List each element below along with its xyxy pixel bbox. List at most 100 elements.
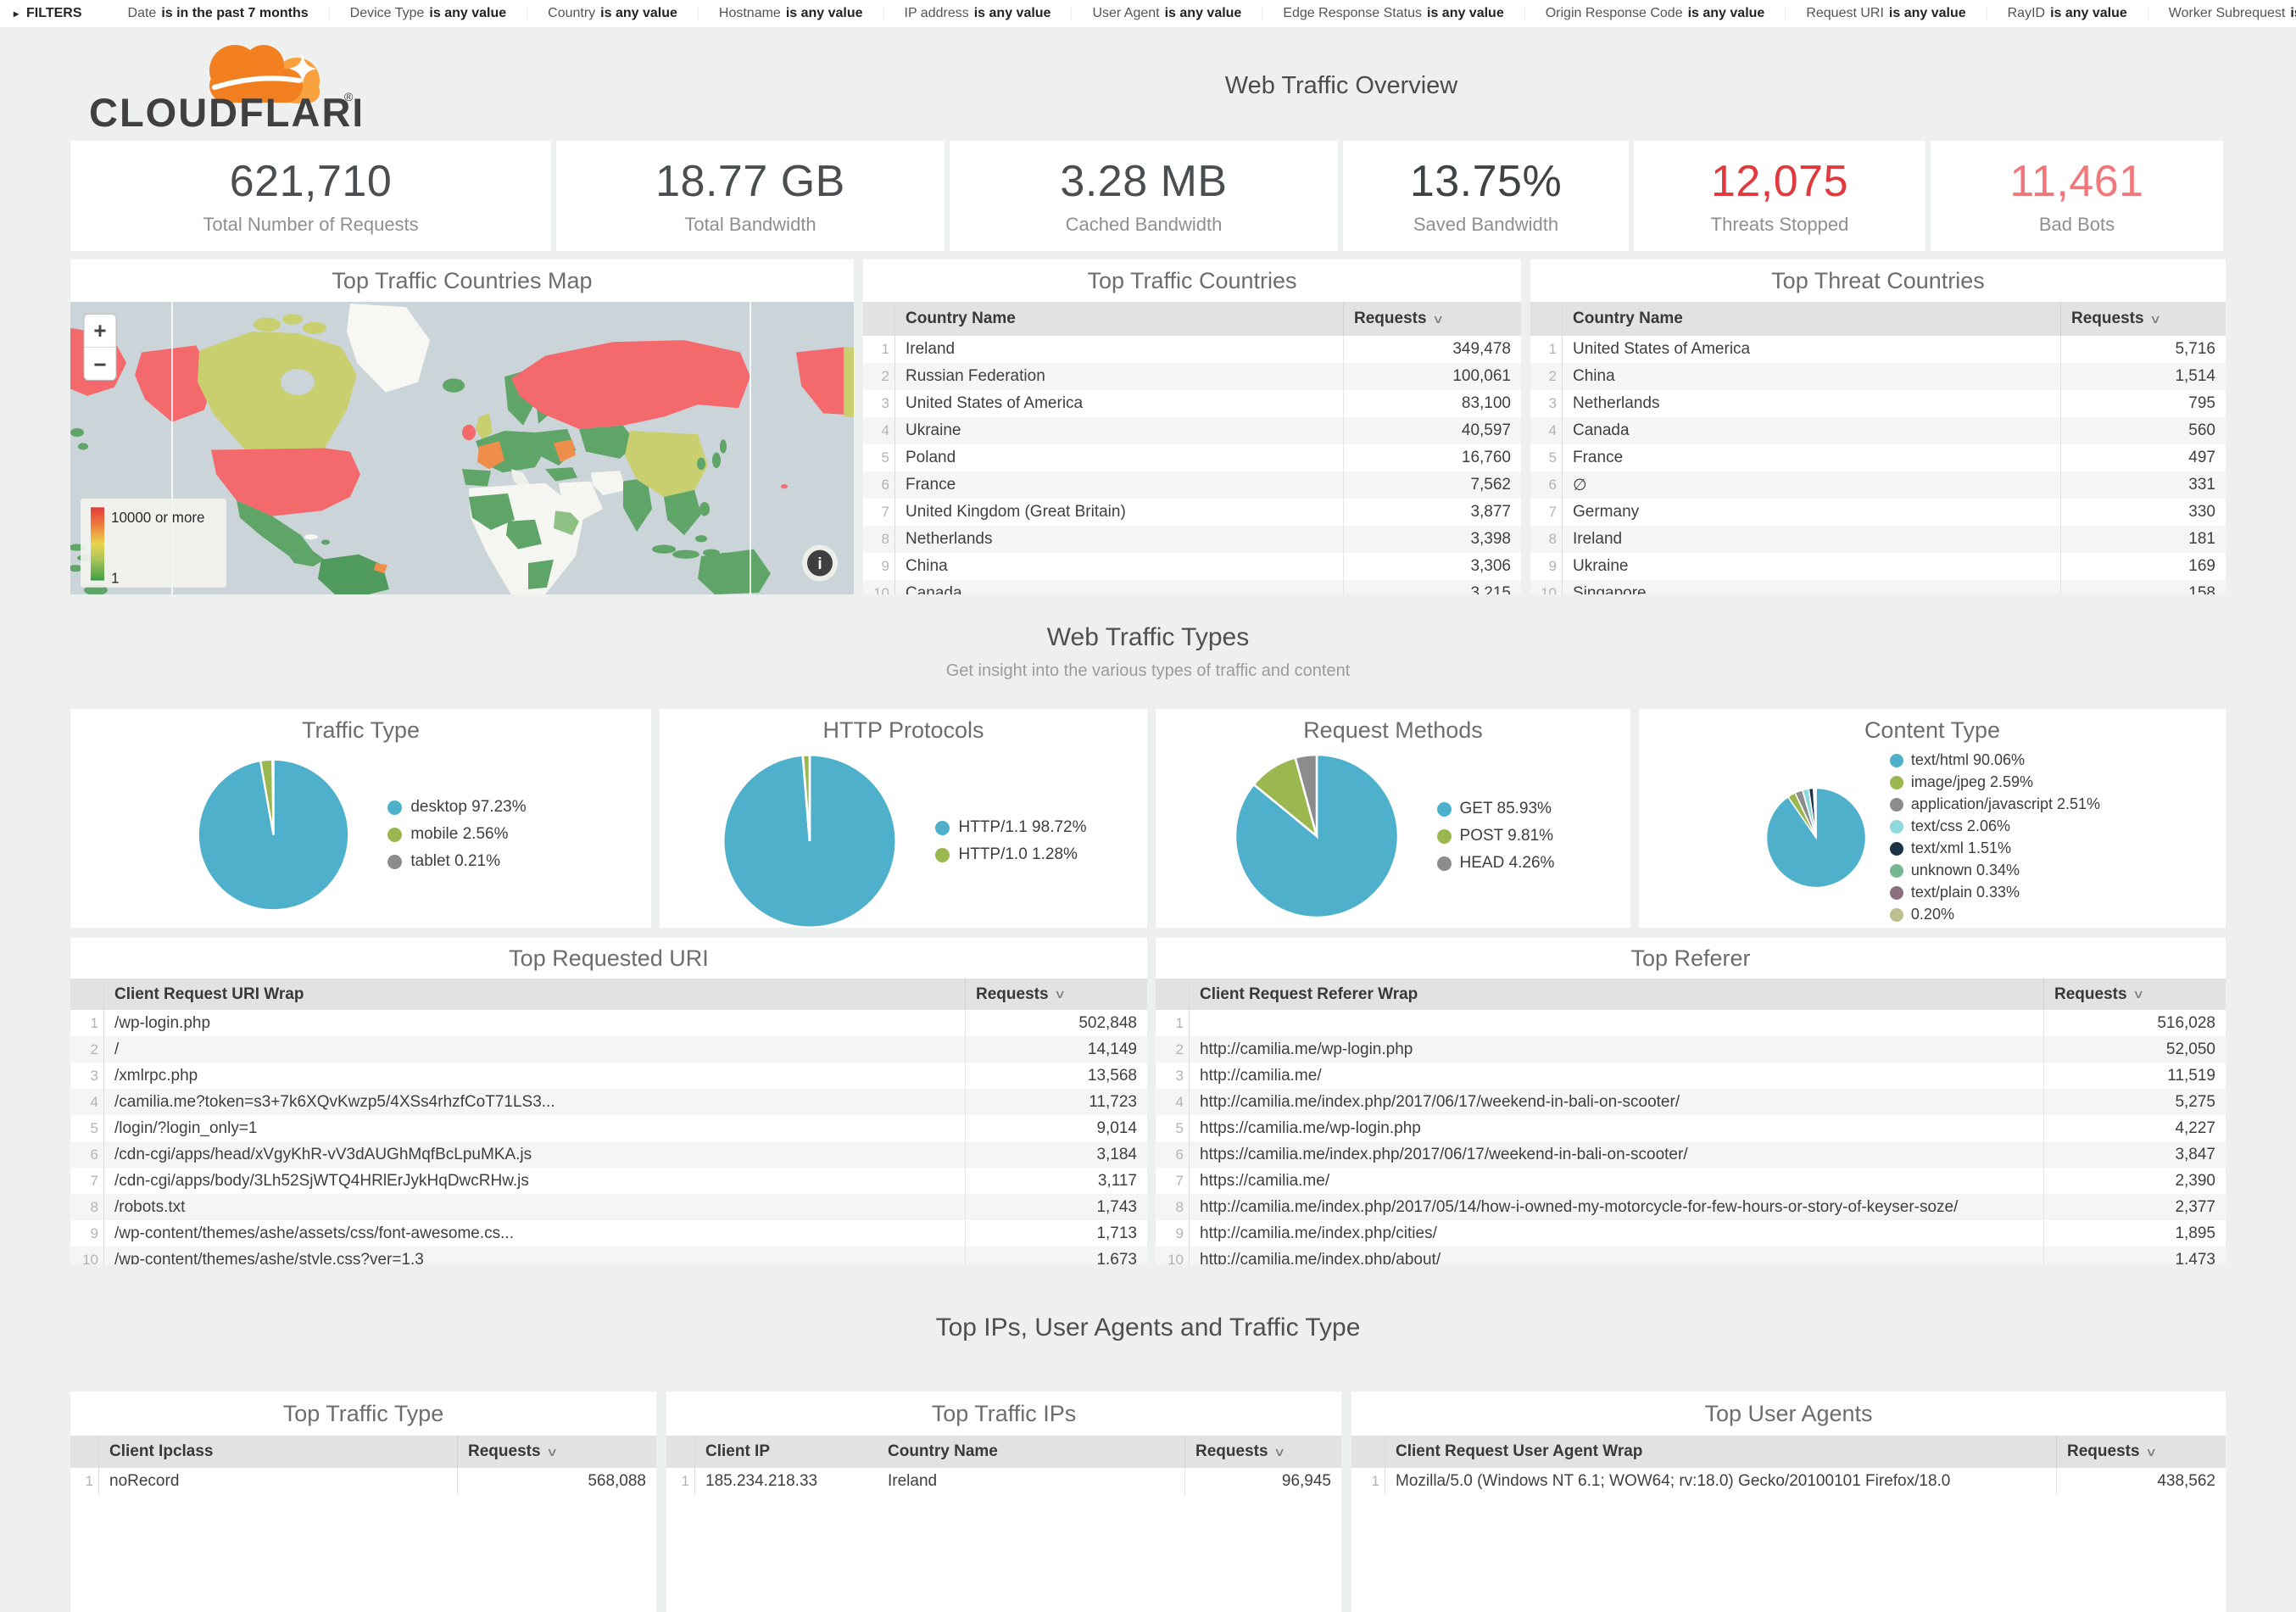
legend-label: image/jpeg 2.59% (1911, 773, 2033, 791)
kpi-value: 12,075 (1711, 156, 1848, 207)
map-legend-min-label: 1 (111, 569, 119, 586)
map-info-button[interactable]: i (802, 544, 838, 581)
requests-value: 3,398 (1343, 526, 1521, 553)
row-label: Poland (895, 444, 1343, 471)
row-label: Russian Federation (895, 363, 1343, 390)
filter-item[interactable]: Dateis in the past 7 months (108, 6, 329, 21)
kpi-value: 3.28 MB (1060, 156, 1227, 207)
filter-item[interactable]: Request URIis any value (1785, 6, 1986, 21)
chart-legend: text/html 90.06%image/jpeg 2.59%applicat… (1890, 751, 2100, 923)
rank-column-header (70, 1436, 99, 1468)
table-header: Country NameRequests∨ (1530, 302, 2226, 336)
rank-column-header (1156, 979, 1190, 1010)
requests-value: 158 (2060, 580, 2226, 594)
requests-value: 3,306 (1343, 553, 1521, 580)
table-body: 1United States of America5,7162China1,51… (1530, 336, 2226, 594)
table-row: 5https://camilia.me/wp-login.php4,227 (1156, 1115, 2226, 1141)
sort-header[interactable]: Requests∨ (1184, 1436, 1341, 1468)
pie-slice-tablet[interactable] (273, 759, 274, 834)
filter-item[interactable]: Device Typeis any value (329, 6, 527, 21)
table-row: 1Mozilla/5.0 (Windows NT 6.1; WOW64; rv:… (1351, 1468, 2226, 1495)
map-seam-line (750, 302, 751, 594)
requests-value: 516,028 (2043, 1010, 2226, 1036)
kpi-threats-stopped: 12,075 Threats Stopped (1634, 141, 1925, 251)
requests-value: 568,088 (457, 1468, 656, 1495)
legend-dot-icon (1890, 798, 1903, 812)
request-methods-card: Request Methods GET 85.93%POST 9.81%HEAD… (1156, 709, 1630, 928)
table-body: 1185.234.218.33Ireland96,945 (666, 1468, 1341, 1495)
map-zoom-in-button[interactable]: + (93, 318, 106, 343)
top-traffic-countries-card: Top Traffic CountriesCountry NameRequest… (863, 259, 1521, 594)
filter-item[interactable]: Worker Subrequestis any value (2148, 6, 2296, 21)
sort-desc-icon: ∨ (2132, 987, 2143, 1001)
row-label: http://camilia.me/wp-login.php (1190, 1036, 2043, 1063)
legend-label: HTTP/1.0 1.28% (958, 845, 1077, 864)
row-label: /robots.txt (104, 1194, 965, 1220)
row-rank: 4 (863, 417, 895, 444)
kpi-label: Total Number of Requests (203, 214, 418, 236)
kpi-bad-bots: 11,461 Bad Bots (1931, 141, 2223, 251)
row-rank: 9 (70, 1220, 104, 1247)
row-label: https://camilia.me/ (1190, 1168, 2043, 1194)
legend-item: HTTP/1.0 1.28% (935, 845, 1086, 864)
legend-dot-icon (1890, 820, 1903, 834)
filter-item[interactable]: Hostnameis any value (698, 6, 883, 21)
requests-value: 331 (2060, 471, 2226, 499)
row-rank: 10 (1530, 580, 1563, 594)
legend-label: HTTP/1.1 98.72% (958, 818, 1086, 837)
filter-item[interactable]: RayIDis any value (1987, 6, 2148, 21)
sort-header[interactable]: Requests∨ (2043, 979, 2226, 1010)
column-label: Country Name (888, 1442, 998, 1461)
legend-label: 0.20% (1911, 906, 1954, 923)
row-label: United Kingdom (Great Britain) (895, 499, 1343, 526)
row-rank: 8 (70, 1194, 104, 1220)
requests-value: 3,117 (965, 1168, 1147, 1194)
filter-bar: ▸ FILTERS Dateis in the past 7 monthsDev… (0, 0, 2296, 28)
legend-dot-icon (1890, 908, 1903, 922)
legend-label: text/xml 1.51% (1911, 839, 2011, 857)
filter-item[interactable]: Origin Response Codeis any value (1524, 6, 1786, 21)
filter-item[interactable]: Edge Response Statusis any value (1262, 6, 1524, 21)
requests-value: 5,716 (2060, 336, 2226, 363)
pie-slice-other[interactable] (1815, 788, 1816, 838)
requests-value: 3,184 (965, 1141, 1147, 1168)
kpi-label: Bad Bots (2039, 214, 2115, 236)
table-row: 6France7,562 (863, 471, 1521, 499)
sort-header[interactable]: Requests∨ (2056, 1436, 2226, 1468)
filter-item[interactable]: IP addressis any value (883, 6, 1072, 21)
requests-value: 16,760 (1343, 444, 1521, 471)
legend-label: application/javascript 2.51% (1911, 795, 2100, 813)
row-label: /wp-content/themes/ashe/assets/css/font-… (104, 1220, 965, 1247)
filter-field: Date (128, 6, 157, 20)
column-header: Client IP (695, 1436, 878, 1468)
row-label: Netherlands (895, 526, 1343, 553)
kpi-label: Cached Bandwidth (1066, 214, 1223, 236)
row-label: ∅ (1563, 471, 2060, 499)
filter-item[interactable]: User Agentis any value (1071, 6, 1262, 21)
table-title: Top Referer (1156, 938, 2226, 979)
row-label: United States of America (895, 390, 1343, 417)
legend-dot-icon (935, 848, 950, 862)
row-label: noRecord (99, 1468, 457, 1495)
requests-value: 83,100 (1343, 390, 1521, 417)
rank-column-header (70, 979, 104, 1010)
world-map[interactable]: + − 1000 (70, 302, 854, 594)
sort-header[interactable]: Requests∨ (1343, 302, 1521, 336)
row-label: https://camilia.me/index.php/2017/06/17/… (1190, 1141, 2043, 1168)
sort-header[interactable]: Requests∨ (2060, 302, 2226, 336)
table-body: 1/wp-login.php502,8482/14,1493/xmlrpc.ph… (70, 1010, 1147, 1264)
filter-field: User Agent (1092, 6, 1159, 20)
sort-header[interactable]: Requests∨ (965, 979, 1147, 1010)
request-methods-pie (1232, 751, 1402, 921)
legend-dot-icon (1437, 829, 1452, 844)
requests-value: 40,597 (1343, 417, 1521, 444)
sort-header[interactable]: Requests∨ (457, 1436, 656, 1468)
filter-item[interactable]: Countryis any value (527, 6, 698, 21)
row-rank: 9 (1156, 1220, 1190, 1247)
map-legend-gradient (91, 507, 104, 580)
map-zoom-out-button[interactable]: − (93, 352, 106, 377)
filters-toggle[interactable]: ▸ FILTERS (14, 6, 82, 21)
requests-value: 181 (2060, 526, 2226, 553)
table-row: 10http://camilia.me/index.php/about/1,47… (1156, 1247, 2226, 1264)
kpi-saved-bandwidth: 13.75% Saved Bandwidth (1343, 141, 1629, 251)
